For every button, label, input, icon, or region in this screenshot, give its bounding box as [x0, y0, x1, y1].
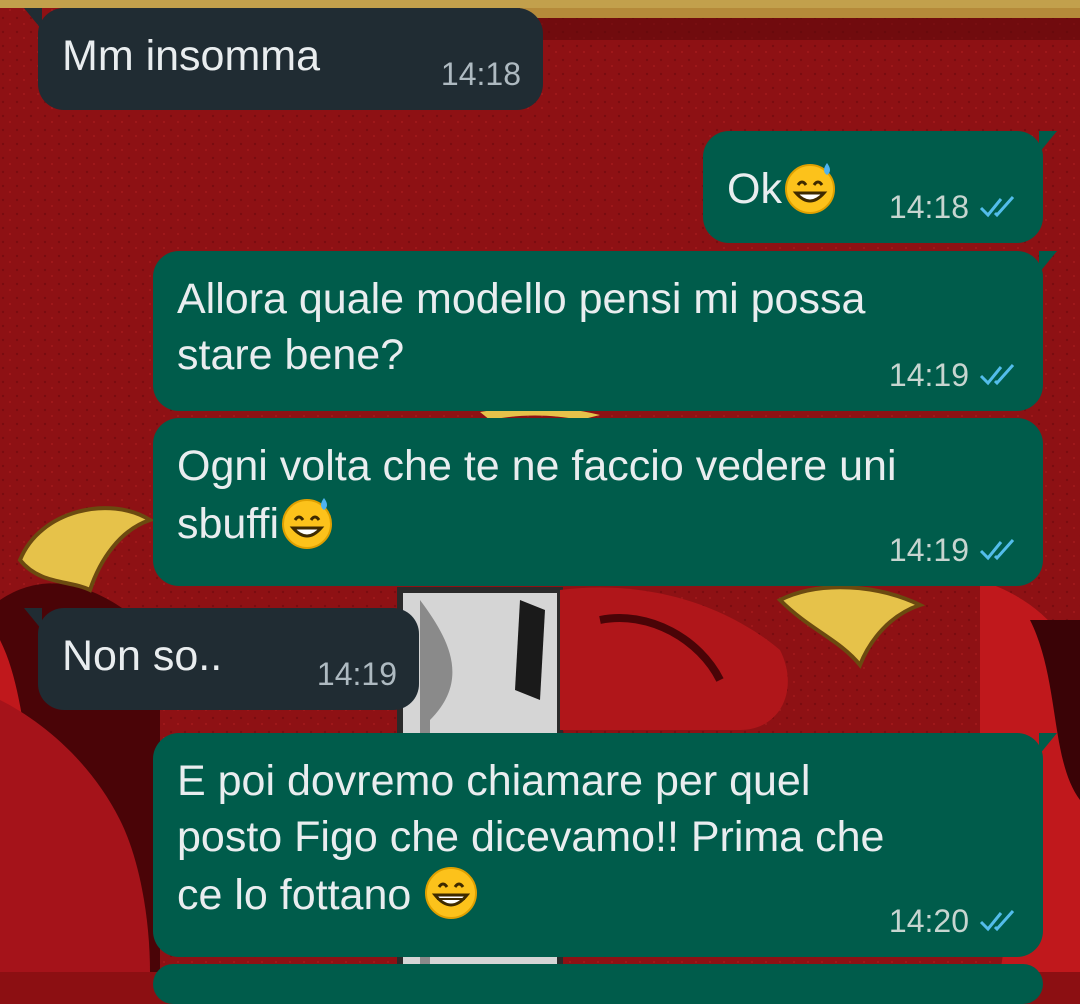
bubble-tail: [1039, 733, 1057, 755]
message-bubble-outgoing[interactable]: Ok 14:18: [703, 131, 1057, 243]
message-meta: 14:18: [889, 189, 1021, 225]
message-meta: 14:20: [889, 903, 1021, 939]
message-meta: 14:19: [889, 357, 1021, 393]
message-bubble-outgoing[interactable]: E poi dovremo chiamare per quel posto Fi…: [153, 733, 1057, 957]
message-text: E poi dovremo chiamare per quel posto Fi…: [177, 757, 885, 919]
message-time: 14:18: [440, 56, 521, 92]
message-bubble-incoming[interactable]: Non so.. 14:19: [24, 608, 419, 710]
message-bubble-outgoing[interactable]: Allora quale modello pensi mi possa star…: [153, 251, 1057, 411]
message-bubble-incoming[interactable]: Mm insomma 14:18: [24, 8, 543, 110]
message-text: Allora quale modello pensi mi possa star…: [177, 275, 866, 379]
grinning-sweat-emoji: [784, 163, 835, 214]
grinning-sweat-emoji: [282, 498, 332, 549]
message-meta: 14:18: [441, 56, 521, 92]
message-time: 14:19: [888, 357, 969, 393]
message-time: 14:19: [316, 656, 397, 692]
grinning-emoji: [425, 867, 478, 919]
message-content: Ok: [727, 159, 838, 217]
message-bubble-outgoing-partial[interactable]: [153, 964, 1043, 1004]
message-time: 14:19: [888, 532, 969, 568]
message-meta: 14:19: [317, 656, 397, 692]
message-meta: 14:19: [889, 532, 1021, 568]
double-check-read-icon: [979, 364, 1015, 386]
bubble-tail: [24, 8, 42, 30]
message-text: Ok: [727, 165, 782, 213]
message-text: Mm insomma: [62, 32, 321, 80]
message-content: E poi dovremo chiamare per quel posto Fi…: [177, 753, 884, 923]
message-bubble-outgoing[interactable]: Ogni volta che te ne faccio vedere uni s…: [153, 418, 1043, 586]
message-content: Ogni volta che te ne faccio vedere uni s…: [177, 438, 897, 552]
message-text: Non so..: [62, 632, 223, 680]
message-time: 14:18: [888, 189, 969, 225]
bubble-tail: [1039, 131, 1057, 153]
double-check-read-icon: [979, 539, 1015, 561]
bubble-tail: [24, 608, 42, 630]
message-time: 14:20: [888, 903, 969, 939]
double-check-read-icon: [979, 910, 1015, 932]
bubble-tail: [1039, 251, 1057, 273]
double-check-read-icon: [979, 196, 1015, 218]
